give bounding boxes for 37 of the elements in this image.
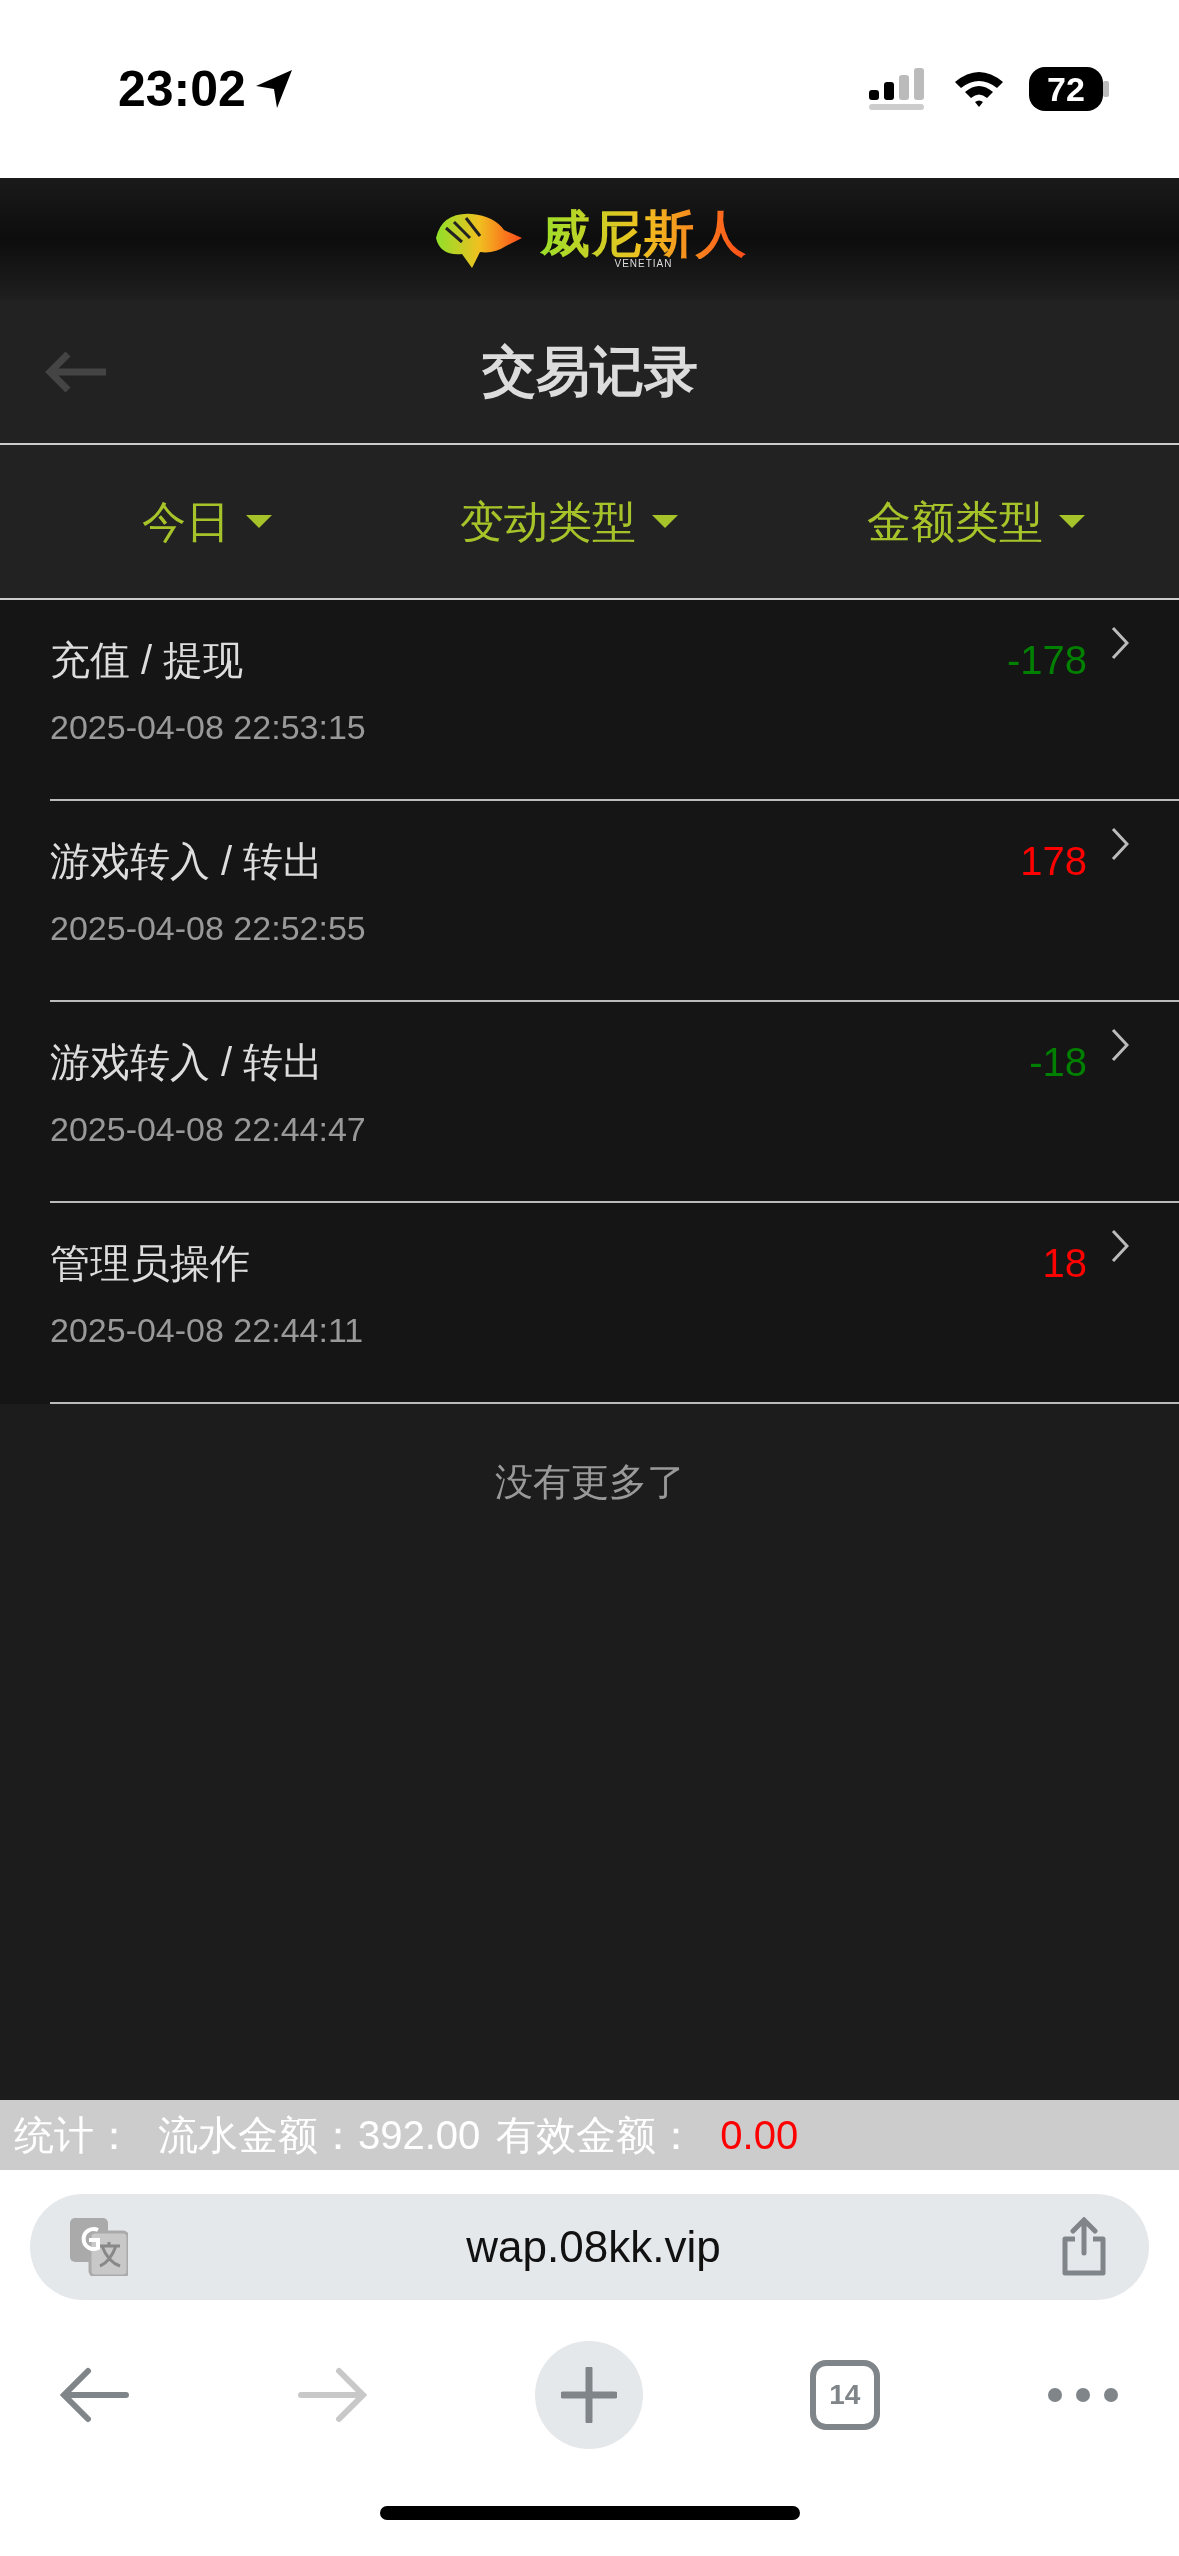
chevron-right-icon[interactable] [1111,1028,1129,1062]
filter-dropdown[interactable]: 今日 [142,488,273,555]
chevron-right-icon[interactable] [1111,827,1129,861]
record-time: 2025-04-08 22:53:15 [50,710,366,744]
page-title: 交易记录 [481,340,698,403]
record-amount: 178 [1020,841,1087,881]
record-time: 2025-04-08 22:44:47 [50,1112,366,1146]
filter-dropdown[interactable]: 金额类型 [866,488,1085,555]
valid-amount: 0.00 [720,2112,799,2159]
wifi-icon [953,70,1005,108]
record-time: 2025-04-08 22:44:11 [50,1313,364,1347]
chevron-right-icon[interactable] [1111,626,1129,660]
more-icon[interactable] [1047,2387,1119,2403]
record-amount: 18 [1042,1243,1087,1283]
tabs-button[interactable]: 14 [809,2360,880,2430]
battery-tip-icon [1103,81,1109,97]
caret-icon [246,514,273,529]
caret-icon [652,514,679,529]
record-amount: -18 [1029,1042,1087,1082]
caret-icon [1058,514,1085,529]
record-amount: -178 [1006,640,1087,680]
end-of-list-message: 没有更多了 [494,1460,685,1505]
translate-icon[interactable] [70,2218,128,2276]
logo-text: 威尼斯人 [539,209,748,259]
logo-subtext: VENETIAN [614,259,673,269]
record-title: 充值 / 提现 [50,640,245,680]
record-title: 管理员操作 [50,1243,251,1283]
chevron-right-icon[interactable] [1111,1229,1129,1263]
record-time: 2025-04-08 22:52:55 [50,911,366,945]
record-title: 游戏转入 / 转出 [50,1042,325,1082]
clock-time: 23:02 [118,59,246,119]
back-icon[interactable] [60,2367,130,2423]
record-title: 游戏转入 / 转出 [50,841,325,881]
address-bar-url[interactable]: wap.08kk.vip [466,2214,721,2280]
plus-icon [560,2367,617,2423]
battery-level: 72 [1029,67,1103,111]
filter-dropdown[interactable]: 变动类型 [460,488,679,555]
